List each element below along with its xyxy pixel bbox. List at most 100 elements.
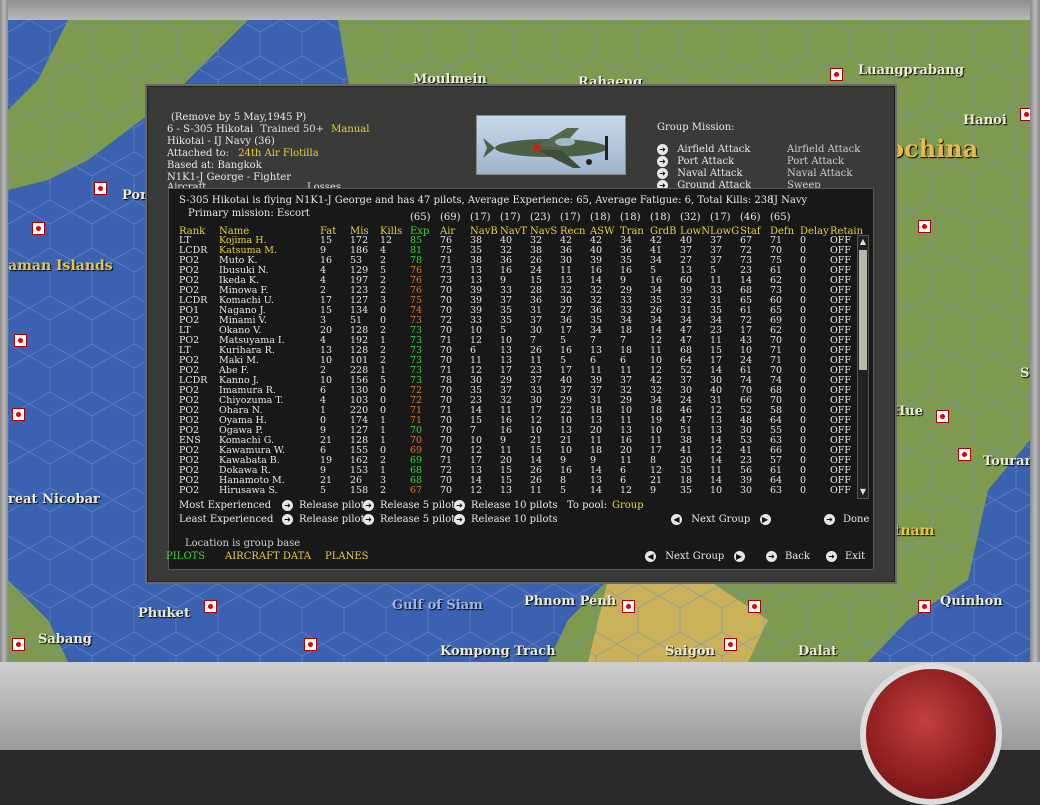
table-cell: 30 [740,485,753,496]
exit-button[interactable]: ➜ Exit [826,551,865,563]
table-cell: PO2 [179,485,200,496]
unit-marker[interactable] [1020,108,1030,121]
table-row[interactable]: LT Okano V. 20 128 2 73 70 10 5 30 17 34 18 14 47 23 17 6… [0,326,860,336]
mission-option[interactable]: ➜ Port Attack [657,156,734,168]
mission-button-label: Ground Attack [677,180,752,188]
table-row[interactable]: PO2 Muto K. 16 53 2 78 71 38 36 26 30 39 35 34 27 37 73 7… [0,256,860,266]
attached-hq-link[interactable]: 24th Air Flotilla [238,148,318,159]
table-row[interactable]: PO2 Ohara N. 1 220 0 71 71 14 11 17 22 18 10 18 46 12 52… [0,406,860,416]
unit-marker[interactable] [304,638,317,651]
map-label: Phuket [138,606,190,621]
arrow-left-icon[interactable]: ◀ [645,551,656,562]
unit-marker[interactable] [12,638,25,651]
release-least-10-button[interactable]: ➜ Release 10 pilots [454,514,558,526]
release-least-1-button[interactable]: ➜ Release pilot [282,514,365,526]
average-value: (65) [410,212,431,223]
average-value: (17) [470,212,491,223]
tab-planes[interactable]: PLANES [325,551,369,563]
button-label: Release 10 pilots [471,500,558,511]
table-row[interactable]: PO2 Ikeda K. 4 197 2 76 73 13 9 15 13 14 9 16 60 11 14 62… [0,276,860,286]
release-most-10-button[interactable]: ➜ Release 10 pilots [454,500,558,512]
trained-status: Trained 50+ [260,124,324,135]
table-row[interactable]: PO2 Minami V. 3 51 0 73 72 33 35 37 36 35 34 34 34 34 72… [0,316,860,326]
mission-value: Naval Attack [787,168,853,179]
table-row[interactable]: PO2 Hirusawa S. 5 158 2 67 70 12 13 11 5 14 12 9 35 10 3… [0,486,860,496]
scroll-down-icon[interactable]: ▼ [859,487,867,497]
unit-marker[interactable] [622,600,635,613]
table-cell: 10 [710,485,723,496]
arrow-right-icon: ➜ [657,180,668,188]
table-row[interactable]: PO2 Ibusuki N. 4 129 5 76 73 13 16 24 11 16 16 5 13 5 23… [0,266,860,276]
table-row[interactable]: PO2 Matsuyama I. 4 192 1 73 71 12 10 7 5 7 7 12 47 11 43… [0,336,860,346]
map-label: Hanoi [963,113,1007,128]
pilots-summary: S-305 Hikotai is flying N1K1-J George an… [179,195,774,206]
table-row[interactable]: PO2 Kawabata B. 19 162 2 69 71 17 20 14 9 9 11 8 20 14 2… [0,456,860,466]
most-experienced-label: Most Experienced [179,500,272,511]
manual-toggle[interactable]: Manual [331,124,369,135]
table-row[interactable]: PO2 Kawamura W. 6 155 0 69 70 12 11 15 10 18 20 17 41 1… [0,446,860,456]
mission-option[interactable]: ➜ Ground Attack [657,180,751,188]
map-label: Por [122,188,147,203]
table-row[interactable]: PO2 Imamura R. 6 130 0 72 70 35 37 33 37 37 32 32 30 40… [0,386,860,396]
scroll-thumb[interactable] [859,250,867,370]
arrow-right-icon: ➜ [824,514,835,525]
table-row[interactable]: PO2 Minowa F. 2 123 2 76 70 39 33 28 32 32 29 34 39 33 6… [0,286,860,296]
table-row[interactable]: PO2 Ogawa P. 9 127 1 70 70 7 16 10 13 20 13 10 51 13 30 5… [0,426,860,436]
table-row[interactable]: LCDR Katsuma M. 9 186 4 81 75 35 32 38 36 40 36 41 37 3… [0,246,860,256]
unit-marker[interactable] [94,182,107,195]
mission-option[interactable]: ➜ Naval Attack [657,168,743,180]
pilot-list-scrollbar[interactable]: ▲ ▼ [857,235,869,499]
done-button[interactable]: ➜ Done [824,514,869,526]
unit-marker[interactable] [918,600,931,613]
unit-marker[interactable] [936,410,949,423]
back-button[interactable]: ➜ Back [766,551,810,563]
next-group-outer[interactable]: ◀ Next Group ▶ [645,551,745,563]
table-row[interactable]: ENS Komachi G. 21 128 1 70 70 10 9 21 21 11 16 11 38 14… [0,436,860,446]
table-row[interactable]: PO1 Nagano J. 15 134 0 74 70 39 35 31 27 36 33 26 31 35… [0,306,860,316]
table-row[interactable]: PO2 Oyama H. 0 174 1 71 70 15 16 12 10 13 11 19 47 13 48… [0,416,860,426]
table-row[interactable]: LCDR Komachi U. 17 127 3 75 70 39 37 36 30 32 33 35 32… [0,296,860,306]
table-row[interactable]: PO2 Dokawa R. 9 153 1 68 72 13 15 26 16 14 6 12 35 11 56… [0,466,860,476]
tab-pilots[interactable]: PILOTS [166,551,205,563]
release-most-1-button[interactable]: ➜ Release pilot [282,500,365,512]
arrow-right-icon: ➜ [282,514,293,525]
table-cell: 5 [560,485,567,496]
arrow-left-icon[interactable]: ◀ [671,514,682,525]
attached-label: Attached to: [167,148,229,159]
to-pool-value[interactable]: Group [612,500,644,512]
scroll-up-icon[interactable]: ▲ [859,237,867,247]
table-row[interactable]: PO2 Hanamoto M. 21 26 3 68 70 14 15 26 8 13 6 21 18 14 3… [0,476,860,486]
table-row[interactable]: LT Kurihara R. 13 128 2 73 70 6 13 26 16 13 18 11 68 15… [0,346,860,356]
button-label: Next Group [665,551,725,562]
unit-marker[interactable] [724,638,737,651]
table-row[interactable]: PO2 Maki M. 10 101 2 73 70 11 13 11 5 6 6 10 64 17 24 71 0… [0,356,860,366]
table-row[interactable]: LT Kojima H. 15 172 12 85 76 38 40 32 42 42 34 42 40 37… [0,236,860,246]
button-label: Back [785,551,810,562]
tab-aircraft-data[interactable]: AIRCRAFT DATA [225,551,311,563]
service-label: IJ Navy [770,195,808,206]
arrow-right-icon: ➜ [282,500,293,511]
unit-marker[interactable] [958,448,971,461]
pilot-name[interactable]: Hirusawa S. [219,486,278,496]
release-least-5-button[interactable]: ➜ Release 5 pilots [363,514,460,526]
unit-marker[interactable] [918,220,931,233]
mission-option[interactable]: ➜ Airfield Attack [657,144,750,156]
arrow-right-icon[interactable]: ▶ [759,514,771,525]
button-label: Release pilot [299,514,365,525]
next-group-inner[interactable]: ◀ Next Group ▶ [671,514,771,526]
average-value: (17) [560,212,581,223]
unit-marker[interactable] [830,68,843,81]
map-label: Luangprabang [858,63,964,78]
nation-seal-icon[interactable] [860,663,1002,805]
table-row[interactable]: PO2 Abe F. 2 228 1 73 71 12 17 23 17 11 11 12 52 14 61 70… [0,366,860,376]
average-value: (32) [680,212,701,223]
unit-marker[interactable] [748,600,761,613]
table-row[interactable]: LCDR Kanno J. 10 156 5 73 78 30 29 37 40 39 37 42 37 30… [0,376,860,386]
unit-marker[interactable] [32,222,45,235]
arrow-right-icon[interactable]: ▶ [733,551,745,562]
unit-marker[interactable] [204,600,217,613]
table-cell: OFF [830,485,851,496]
table-row[interactable]: PO2 Chiyozuma T. 4 103 0 72 70 23 32 30 29 31 29 34 24… [0,396,860,406]
mission-button-label: Port Attack [677,156,735,167]
release-most-5-button[interactable]: ➜ Release 5 pilots [363,500,460,512]
